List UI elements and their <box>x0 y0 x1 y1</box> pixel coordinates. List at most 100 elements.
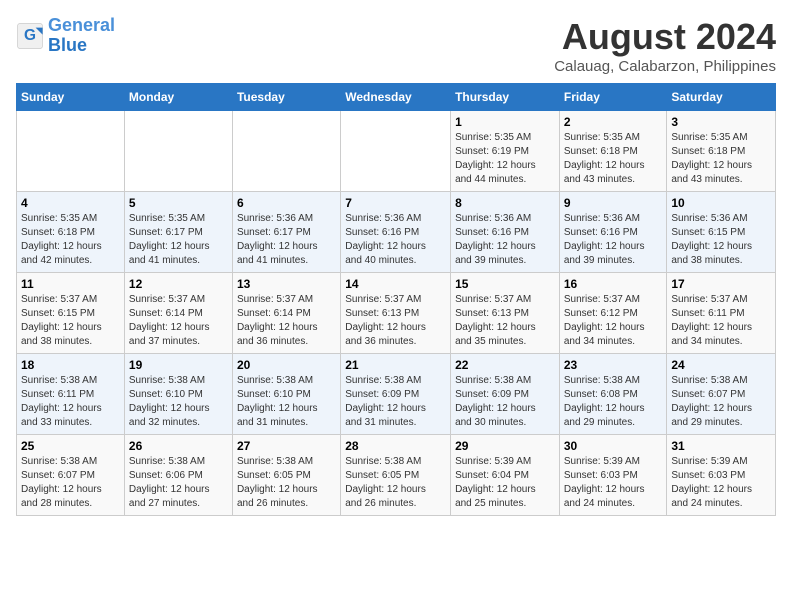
day-number: 12 <box>129 277 228 291</box>
day-info: Sunrise: 5:35 AM Sunset: 6:19 PM Dayligh… <box>455 131 555 187</box>
day-info: Sunrise: 5:36 AM Sunset: 6:15 PM Dayligh… <box>671 212 771 268</box>
day-info: Sunrise: 5:36 AM Sunset: 6:16 PM Dayligh… <box>455 212 555 268</box>
weekday-header-row: SundayMondayTuesdayWednesdayThursdayFrid… <box>17 84 776 111</box>
calendar-cell: 19 Sunrise: 5:38 AM Sunset: 6:10 PM Dayli… <box>124 354 232 435</box>
day-number: 17 <box>671 277 771 291</box>
calendar-cell: 11Sunrise: 5:37 AM Sunset: 6:15 PM Dayli… <box>17 273 125 354</box>
calendar-cell: 21Sunrise: 5:38 AM Sunset: 6:09 PM Dayli… <box>341 354 451 435</box>
title-block: August 2024 Calauag, Calabarzon, Philipp… <box>554 16 776 75</box>
calendar-week-4: 18 Sunrise: 5:38 AM Sunset: 6:11 PM Dayli… <box>17 354 776 435</box>
day-info: Sunrise: 5:37 AM Sunset: 6:13 PM Dayligh… <box>455 293 555 349</box>
calendar-cell: 6 Sunrise: 5:36 AM Sunset: 6:17 PM Daylig… <box>232 192 340 273</box>
day-number: 6 <box>237 196 336 210</box>
weekday-header-wednesday: Wednesday <box>341 84 451 111</box>
day-number: 22 <box>455 358 555 372</box>
day-number: 13 <box>237 277 336 291</box>
calendar-cell <box>232 111 340 192</box>
day-info: Sunrise: 5:36 AM Sunset: 6:16 PM Dayligh… <box>564 212 663 268</box>
day-number: 31 <box>671 439 771 453</box>
calendar-cell <box>17 111 125 192</box>
logo: G General Blue <box>16 16 115 56</box>
day-info: Sunrise: 5:38 AM Sunset: 6:05 PM Dayligh… <box>345 455 446 511</box>
calendar-cell: 3 Sunrise: 5:35 AM Sunset: 6:18 PM Daylig… <box>667 111 776 192</box>
day-info: Sunrise: 5:37 AM Sunset: 6:12 PM Dayligh… <box>564 293 663 349</box>
day-info: Sunrise: 5:35 AM Sunset: 6:18 PM Dayligh… <box>21 212 120 268</box>
month-year-title: August 2024 <box>554 16 776 58</box>
calendar-header: SundayMondayTuesdayWednesdayThursdayFrid… <box>17 84 776 111</box>
day-info: Sunrise: 5:37 AM Sunset: 6:15 PM Dayligh… <box>21 293 120 349</box>
weekday-header-thursday: Thursday <box>451 84 560 111</box>
calendar-week-2: 4 Sunrise: 5:35 AM Sunset: 6:18 PM Daylig… <box>17 192 776 273</box>
calendar-cell: 27Sunrise: 5:38 AM Sunset: 6:05 PM Dayli… <box>232 435 340 516</box>
day-info: Sunrise: 5:39 AM Sunset: 6:04 PM Dayligh… <box>455 455 555 511</box>
day-number: 2 <box>564 115 663 129</box>
calendar-body: 1 Sunrise: 5:35 AM Sunset: 6:19 PM Daylig… <box>17 111 776 516</box>
calendar-cell: 16 Sunrise: 5:37 AM Sunset: 6:12 PM Dayli… <box>559 273 667 354</box>
weekday-header-sunday: Sunday <box>17 84 125 111</box>
weekday-header-saturday: Saturday <box>667 84 776 111</box>
calendar-cell: 9 Sunrise: 5:36 AM Sunset: 6:16 PM Daylig… <box>559 192 667 273</box>
day-number: 23 <box>564 358 663 372</box>
calendar-cell: 31Sunrise: 5:39 AM Sunset: 6:03 PM Dayli… <box>667 435 776 516</box>
day-number: 21 <box>345 358 446 372</box>
calendar-cell: 20 Sunrise: 5:38 AM Sunset: 6:10 PM Dayli… <box>232 354 340 435</box>
location-subtitle: Calauag, Calabarzon, Philippines <box>554 58 776 75</box>
day-number: 15 <box>455 277 555 291</box>
calendar-cell <box>124 111 232 192</box>
day-number: 29 <box>455 439 555 453</box>
page-header: G General Blue August 2024 Calauag, Cala… <box>16 16 776 75</box>
day-info: Sunrise: 5:37 AM Sunset: 6:14 PM Dayligh… <box>237 293 336 349</box>
calendar-week-5: 25Sunrise: 5:38 AM Sunset: 6:07 PM Dayli… <box>17 435 776 516</box>
weekday-header-friday: Friday <box>559 84 667 111</box>
day-info: Sunrise: 5:38 AM Sunset: 6:07 PM Dayligh… <box>671 374 771 430</box>
day-number: 9 <box>564 196 663 210</box>
day-number: 10 <box>671 196 771 210</box>
calendar-cell: 4 Sunrise: 5:35 AM Sunset: 6:18 PM Daylig… <box>17 192 125 273</box>
day-info: Sunrise: 5:35 AM Sunset: 6:18 PM Dayligh… <box>671 131 771 187</box>
day-info: Sunrise: 5:38 AM Sunset: 6:11 PM Dayligh… <box>21 374 120 430</box>
calendar-cell: 14Sunrise: 5:37 AM Sunset: 6:13 PM Dayli… <box>341 273 451 354</box>
day-info: Sunrise: 5:37 AM Sunset: 6:11 PM Dayligh… <box>671 293 771 349</box>
day-info: Sunrise: 5:38 AM Sunset: 6:10 PM Dayligh… <box>129 374 228 430</box>
calendar-cell: 18 Sunrise: 5:38 AM Sunset: 6:11 PM Dayli… <box>17 354 125 435</box>
day-info: Sunrise: 5:38 AM Sunset: 6:05 PM Dayligh… <box>237 455 336 511</box>
day-info: Sunrise: 5:35 AM Sunset: 6:17 PM Dayligh… <box>129 212 228 268</box>
day-number: 19 <box>129 358 228 372</box>
day-number: 7 <box>345 196 446 210</box>
calendar-week-1: 1 Sunrise: 5:35 AM Sunset: 6:19 PM Daylig… <box>17 111 776 192</box>
calendar-cell: 2 Sunrise: 5:35 AM Sunset: 6:18 PM Daylig… <box>559 111 667 192</box>
calendar-cell: 25Sunrise: 5:38 AM Sunset: 6:07 PM Dayli… <box>17 435 125 516</box>
day-number: 8 <box>455 196 555 210</box>
calendar-cell: 30Sunrise: 5:39 AM Sunset: 6:03 PM Dayli… <box>559 435 667 516</box>
day-info: Sunrise: 5:37 AM Sunset: 6:14 PM Dayligh… <box>129 293 228 349</box>
calendar-cell: 7Sunrise: 5:36 AM Sunset: 6:16 PM Daylig… <box>341 192 451 273</box>
day-number: 28 <box>345 439 446 453</box>
day-number: 4 <box>21 196 120 210</box>
day-info: Sunrise: 5:38 AM Sunset: 6:10 PM Dayligh… <box>237 374 336 430</box>
logo-icon: G <box>16 22 44 50</box>
weekday-header-monday: Monday <box>124 84 232 111</box>
calendar-cell: 10 Sunrise: 5:36 AM Sunset: 6:15 PM Dayli… <box>667 192 776 273</box>
logo-text: General Blue <box>48 16 115 56</box>
day-number: 20 <box>237 358 336 372</box>
day-info: Sunrise: 5:38 AM Sunset: 6:06 PM Dayligh… <box>129 455 228 511</box>
calendar-week-3: 11Sunrise: 5:37 AM Sunset: 6:15 PM Dayli… <box>17 273 776 354</box>
calendar-cell: 13 Sunrise: 5:37 AM Sunset: 6:14 PM Dayli… <box>232 273 340 354</box>
day-number: 24 <box>671 358 771 372</box>
day-number: 30 <box>564 439 663 453</box>
day-info: Sunrise: 5:38 AM Sunset: 6:08 PM Dayligh… <box>564 374 663 430</box>
calendar-table: SundayMondayTuesdayWednesdayThursdayFrid… <box>16 83 776 516</box>
calendar-cell: 12 Sunrise: 5:37 AM Sunset: 6:14 PM Dayli… <box>124 273 232 354</box>
calendar-cell: 23 Sunrise: 5:38 AM Sunset: 6:08 PM Dayli… <box>559 354 667 435</box>
day-info: Sunrise: 5:35 AM Sunset: 6:18 PM Dayligh… <box>564 131 663 187</box>
day-info: Sunrise: 5:36 AM Sunset: 6:17 PM Dayligh… <box>237 212 336 268</box>
day-number: 5 <box>129 196 228 210</box>
day-number: 16 <box>564 277 663 291</box>
day-number: 1 <box>455 115 555 129</box>
day-info: Sunrise: 5:38 AM Sunset: 6:07 PM Dayligh… <box>21 455 120 511</box>
calendar-cell: 26Sunrise: 5:38 AM Sunset: 6:06 PM Dayli… <box>124 435 232 516</box>
weekday-header-tuesday: Tuesday <box>232 84 340 111</box>
day-number: 3 <box>671 115 771 129</box>
day-number: 18 <box>21 358 120 372</box>
calendar-cell: 29 Sunrise: 5:39 AM Sunset: 6:04 PM Dayli… <box>451 435 560 516</box>
